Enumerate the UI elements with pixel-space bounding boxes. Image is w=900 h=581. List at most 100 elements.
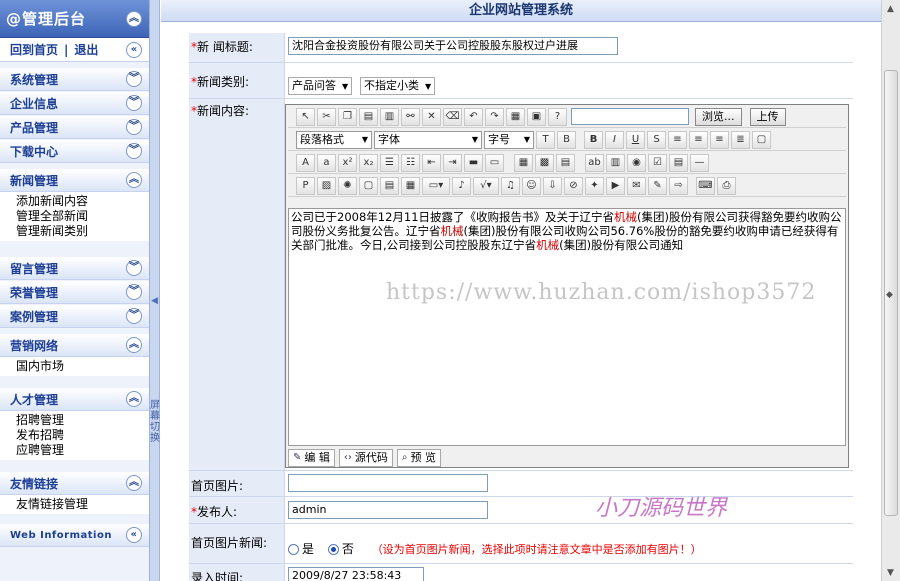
edit-page-icon[interactable]: ✎ (648, 176, 667, 195)
sidebar-item[interactable]: 管理全部新闻 (16, 209, 149, 224)
input-field-icon[interactable]: ▥ (606, 153, 625, 172)
home-image-input[interactable] (288, 474, 488, 492)
collapse-sidebar-icon[interactable]: ◀ (151, 296, 158, 306)
sidebar-group-header[interactable]: Web Information « (0, 524, 149, 547)
chevron-up-icon[interactable]: ︽ (126, 172, 142, 188)
sidebar-group-header[interactable]: 下载中心 ︾ (0, 140, 149, 163)
align-center-icon[interactable]: ≡ (689, 130, 708, 149)
browse-button[interactable]: 浏览... (695, 107, 742, 126)
decrease-font-icon[interactable]: a (317, 153, 336, 172)
audio-icon[interactable]: ♫ (501, 176, 520, 195)
chevron-down-icon[interactable]: ︾ (126, 71, 142, 87)
cut-icon[interactable]: ✂ (317, 107, 336, 126)
flash-icon[interactable]: ✺ (338, 176, 357, 195)
sidebar-group-header[interactable]: 案例管理 ︾ (0, 305, 149, 328)
chevron-down-icon[interactable]: ︾ (126, 284, 142, 300)
sidebar-item[interactable]: 国内市场 (16, 359, 149, 374)
keyboard-icon[interactable]: ⌨ (696, 176, 715, 195)
excel-icon[interactable]: ▦ (401, 176, 420, 195)
iframe-icon[interactable]: ▢ (359, 176, 378, 195)
sidebar-item[interactable]: 友情链接管理 (16, 497, 149, 512)
absolute-position-icon[interactable]: ▢ (752, 130, 771, 149)
link-icon[interactable]: ⊘ (564, 176, 583, 195)
strikethrough-icon[interactable]: S (647, 130, 666, 149)
chevron-down-icon[interactable]: ︾ (126, 260, 142, 276)
image-icon[interactable]: ▨ (317, 176, 336, 195)
news-title-input[interactable]: 沈阳合金投资股份有限公司关于公司控股股东股权过户进展 (288, 37, 618, 55)
select-all-icon[interactable]: ▦ (506, 107, 525, 126)
underline-icon[interactable]: U (626, 130, 645, 149)
special-char-icon[interactable]: ▭▾ (422, 176, 450, 195)
sidebar-item[interactable]: 招聘管理 (16, 413, 149, 428)
scroll-up-icon[interactable]: ▲ (887, 4, 894, 14)
sidebar-group-header[interactable]: 人才管理 ︽ (0, 388, 149, 411)
chevron-down-icon[interactable]: ︾ (126, 119, 142, 135)
background-color-icon[interactable]: B (557, 130, 576, 149)
marker-icon[interactable]: ▭ (485, 153, 504, 172)
chevron-down-icon[interactable]: « (126, 527, 142, 543)
media-icon[interactable]: ♪ (452, 176, 471, 195)
import-icon[interactable]: ⇨ (669, 176, 688, 195)
entry-time-input[interactable]: 2009/8/27 23:58:43 (288, 567, 424, 581)
splitter[interactable]: ◀ 屏幕切换 (150, 0, 160, 581)
text-color-icon[interactable]: T (536, 130, 555, 149)
print-icon[interactable]: ⎙ (717, 176, 736, 195)
chevron-down-icon[interactable]: ︾ (126, 308, 142, 324)
collapse-all-icon[interactable]: ︽ (126, 10, 142, 27)
editor-content-area[interactable]: 公司已于2008年12月11日披露了《收购报告书》及关于辽宁省机械(集团)股份有… (288, 208, 846, 446)
tab-preview[interactable]: ⌕ 预 览 (396, 449, 441, 467)
chevron-down-icon[interactable]: ︾ (126, 143, 142, 159)
collapse-icon[interactable]: « (126, 41, 142, 58)
highlight-icon[interactable]: ▬ (464, 153, 483, 172)
font-size-select[interactable]: 字号 ▼ (484, 130, 534, 149)
upload-button[interactable]: 上传 (749, 107, 786, 126)
paragraph-format-select[interactable]: 段落格式 ▼ (296, 130, 372, 149)
radio-icon[interactable]: ◉ (627, 153, 646, 172)
sidebar-item[interactable]: 添加新闻内容 (16, 194, 149, 209)
redo-icon[interactable]: ↷ (485, 107, 504, 126)
paragraph-icon[interactable]: P (296, 176, 315, 195)
emoticon-icon[interactable]: ☺ (522, 176, 541, 195)
symbol-icon[interactable]: √▾ (473, 176, 499, 195)
horizontal-rule-icon[interactable]: — (690, 153, 709, 172)
news-subcategory-select[interactable]: 不指定小类 ▼ (359, 77, 436, 95)
copy-icon[interactable]: ❐ (338, 107, 357, 126)
screen-toggle-label[interactable]: 屏幕切换 (150, 400, 160, 444)
table-delete-icon[interactable]: ▩ (535, 153, 554, 172)
chevron-down-icon[interactable]: ︾ (126, 95, 142, 111)
chevron-up-icon[interactable]: ︽ (126, 391, 142, 407)
align-justify-icon[interactable]: ≣ (731, 130, 750, 149)
sidebar-group-header[interactable]: 荣誉管理 ︾ (0, 281, 149, 304)
home-link[interactable]: 回到首页 (10, 41, 58, 58)
logout-link[interactable]: 退出 (74, 41, 98, 58)
outdent-icon[interactable]: ⇤ (422, 153, 441, 172)
label-icon[interactable]: ab (585, 153, 604, 172)
sidebar-group-header[interactable]: 系统管理 ︾ (0, 68, 149, 91)
scroll-down-icon[interactable]: ▼ (887, 568, 894, 578)
chevron-up-icon[interactable]: ︽ (126, 337, 142, 353)
paste-icon[interactable]: ▤ (359, 107, 378, 126)
checkbox-icon[interactable]: ☑ (648, 153, 667, 172)
download-icon[interactable]: ⇩ (543, 176, 562, 195)
superscript-icon[interactable]: x² (338, 153, 357, 172)
sidebar-group-header[interactable]: 产品管理 ︾ (0, 116, 149, 139)
sidebar-group-header[interactable]: 友情链接 ︽ (0, 472, 149, 495)
indent-icon[interactable]: ⇥ (443, 153, 462, 172)
undo-icon[interactable]: ↶ (464, 107, 483, 126)
tab-edit[interactable]: ✎ 编 辑 (288, 449, 335, 467)
sidebar-group-header[interactable]: 留言管理 ︾ (0, 257, 149, 280)
publisher-input[interactable]: admin (288, 501, 488, 519)
save-icon[interactable]: ▣ (527, 107, 546, 126)
subscript-icon[interactable]: x₂ (359, 153, 378, 172)
tab-source[interactable]: ‹› 源代码 (338, 449, 393, 467)
sidebar-item[interactable]: 管理新闻类别 (16, 224, 149, 239)
unordered-list-icon[interactable]: ☷ (401, 153, 420, 172)
home-news-no-radio[interactable] (327, 544, 339, 555)
sidebar-item[interactable]: 应聘管理 (16, 443, 149, 458)
flash-media-icon[interactable]: ✦ (585, 176, 604, 195)
pointer-icon[interactable]: ↖ (296, 107, 315, 126)
align-right-icon[interactable]: ≡ (710, 130, 729, 149)
list-box-icon[interactable]: ▤ (669, 153, 688, 172)
help-icon[interactable]: ? (548, 107, 567, 126)
increase-font-icon[interactable]: A (296, 153, 315, 172)
